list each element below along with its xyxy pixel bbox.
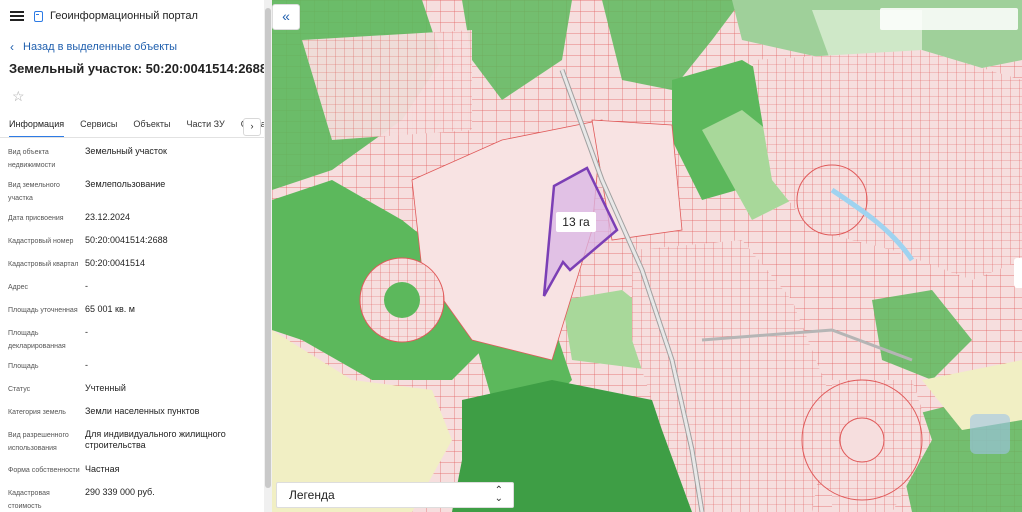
cadastral-map[interactable]: 13 га [272,0,1022,512]
side-panel-handle[interactable] [1014,258,1022,288]
chevron-right-icon[interactable]: › [243,118,261,136]
detail-row: Площадь уточненная 65 001 кв. м [0,304,264,326]
detail-row: Дата присвоения 23.12.2024 [0,212,264,234]
residential-zone [302,30,472,140]
detail-label: Дата присвоения [8,215,64,222]
star-icon[interactable]: ☆ [12,88,25,105]
detail-row: Площадь - [0,360,264,382]
detail-label: Кадастровый номер [8,238,74,245]
sort-arrows-icon: ⌃ ⌄ [494,485,503,504]
detail-value: - [85,327,88,337]
ring-settlement-center [839,417,885,463]
detail-label: Вид объекта недвижимости [8,149,56,169]
detail-value: 50:20:0041514:2688 [85,235,168,245]
page-title: Земельный участок: 50:20:0041514:2688 [9,61,264,76]
detail-row: Вид разрешенного использования Для индив… [0,429,264,463]
detail-value: Землепользование [85,179,166,189]
detail-value: 65 001 кв. м [85,304,135,314]
detail-row: Форма собственности Частная [0,464,264,486]
back-link-label: Назад в выделенные объекты [23,41,178,53]
detail-value: Частная [85,464,120,474]
ring-settlement-center [384,282,420,318]
detail-label: Вид разрешенного использования [8,432,69,452]
scrollbar-thumb[interactable] [265,8,271,488]
detail-value: Земли населенных пунктов [85,406,200,416]
detail-label: Вид земельного участка [8,182,60,202]
detail-label: Площадь уточненная [8,307,78,314]
hamburger-icon[interactable] [10,11,24,21]
tab-services[interactable]: Сервисы [80,115,117,136]
detail-value: 290 339 000 руб. [85,487,155,497]
details-list: Вид объекта недвижимости Земельный участ… [0,146,264,512]
back-link[interactable]: ‹ Назад в выделенные объекты [10,40,177,54]
detail-row: Кадастровый номер 50:20:0041514:2688 [0,235,264,257]
info-panel: Геоинформационный портал ‹ Назад в выдел… [0,0,264,512]
detail-row: Статус Учтенный [0,383,264,405]
area-label: 13 га [556,212,596,232]
legend-dropdown[interactable]: Легенда ⌃ ⌄ [276,482,514,508]
map-tool-button[interactable] [970,414,1010,454]
map-canvas[interactable] [272,0,1022,512]
detail-row: Площадь декларированная - [0,327,264,359]
ring-settlement [796,164,868,236]
detail-value: 50:20:0041514 [85,258,146,268]
tab-objects[interactable]: Объекты [133,115,170,136]
detail-label: Форма собственности [8,467,80,474]
app-title: Геоинформационный портал [50,10,198,22]
panel-scrollbar[interactable] [264,0,272,512]
document-icon [34,10,43,22]
detail-row: Кадастровая стоимость 290 339 000 руб. [0,487,264,512]
detail-value: Земельный участок [85,146,167,156]
detail-value: - [85,281,88,291]
detail-label: Площадь [8,363,39,370]
detail-label: Адрес [8,284,29,291]
detail-label: Статус [8,386,31,393]
detail-value: 23.12.2024 [85,212,131,222]
double-chevron-left-icon[interactable]: « [272,4,300,30]
detail-value: - [85,360,88,370]
detail-value: Учтенный [85,383,126,393]
tab-bar: Информация Сервисы Объекты Части ЗУ Сост… [0,115,264,138]
detail-row: Кадастровый квартал 50:20:0041514 [0,258,264,280]
top-bar: Геоинформационный портал [0,0,264,32]
detail-row: Вид объекта недвижимости Земельный участ… [0,146,264,178]
detail-row: Категория земель Земли населенных пункто… [0,406,264,428]
detail-row: Вид земельного участка Землепользование [0,179,264,211]
tab-info[interactable]: Информация [9,115,65,137]
detail-value: Для индивидуального жилищного строительс… [85,429,226,450]
search-box[interactable] [880,8,1018,30]
detail-label: Кадастровый квартал [8,261,79,268]
legend-label: Легенда [289,488,335,502]
tab-parts[interactable]: Части ЗУ [187,115,225,136]
detail-label: Категория земель [8,409,66,416]
detail-row: Адрес - [0,281,264,303]
detail-label: Кадастровая стоимость [8,490,50,510]
detail-label: Площадь декларированная [8,330,66,350]
chevron-left-icon: ‹ [10,40,14,54]
